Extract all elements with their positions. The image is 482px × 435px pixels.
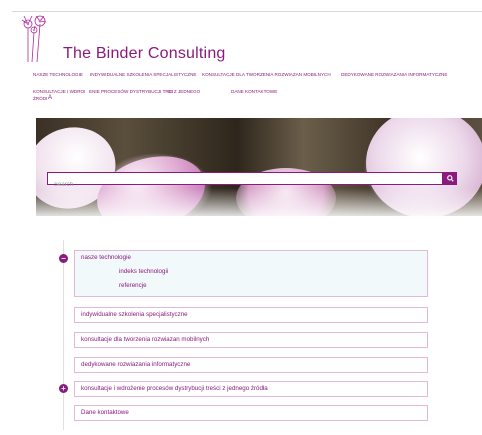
tree-child-referencje[interactable]: referencje (81, 279, 421, 293)
tree-node-label[interactable]: nasze technologie (81, 251, 421, 265)
tree-node-label[interactable]: konsultacje i wdrożenie procesów dystryb… (81, 382, 421, 396)
tree-node-dane-kontaktowe[interactable]: Dane kontaktowe (74, 405, 428, 421)
tree-child-indeks-technologii[interactable]: indeks technologii (81, 265, 421, 279)
tree-node-szkolenia[interactable]: indywidualne szkolenia specjalistyczne (74, 307, 428, 323)
nav-item-nasze-technologie[interactable]: NASZE TECHNOLOGIE (33, 72, 83, 77)
tree-node-konsultacje-wdrozenie[interactable]: konsultacje i wdrożenie procesów dystryb… (74, 381, 428, 397)
tree-node-label[interactable]: Dane kontaktowe (81, 406, 421, 420)
nav-item-konsultacje-mobilne[interactable]: KONSULTACJE DLA TWORZENIA ROZWIAZAN MOBI… (202, 72, 331, 77)
search-button[interactable] (443, 172, 457, 185)
nav-item-konsultacje-wdrozenie-part3[interactable]: CI Z JEDNEGO (168, 89, 200, 94)
tree-node-konsultacje-mobilne[interactable]: konsultacje dla tworzenia rozwiazan mobi… (74, 332, 428, 348)
nav-item-konsultacje-wdrozenie[interactable]: KONSULTACJE I WDROI (33, 89, 85, 94)
tree-node-label[interactable]: indywidualne szkolenia specjalistyczne (81, 308, 421, 322)
search-input[interactable] (48, 179, 434, 191)
nav-item-a[interactable]: A (48, 95, 52, 101)
tree-node-label[interactable]: konsultacje dla tworzenia rozwiazan mobi… (81, 333, 421, 347)
nav-item-dane-kontaktowe[interactable]: DANE KONTAKTOWE (231, 89, 277, 94)
search-box (47, 172, 443, 191)
hero-banner (36, 118, 482, 216)
hero-fade (36, 188, 482, 216)
top-divider (12, 11, 482, 12)
tree-node-nasze-technologie: nasze technologie indeks technologii ref… (74, 250, 428, 297)
nav-item-zrodla[interactable]: ŹRÓDI (33, 96, 47, 101)
tree-node-label[interactable]: dedykowane rozwiazania informatyczne (81, 358, 421, 372)
nav-item-dedykowane[interactable]: DEDYKOWANE ROZWIAZANIA INFORMATYCZNE (341, 72, 447, 77)
search-icon (446, 175, 454, 183)
nav-item-konsultacje-wdrozenie-part2[interactable]: ENIE PROCESÓW DYSTRYBUCJI TREI (89, 89, 173, 94)
tree-line (63, 240, 64, 430)
nav-item-szkolenia[interactable]: INDYWIDUALNE SZKOLENIA SPECJALISTYCZNE (90, 72, 196, 77)
logo (21, 15, 47, 62)
tree-node-dedykowane[interactable]: dedykowane rozwiazania informatyczne (74, 357, 428, 373)
collapse-icon[interactable]: − (59, 254, 68, 263)
site-title[interactable]: The Binder Consulting (63, 45, 226, 63)
expand-icon[interactable]: + (59, 384, 68, 393)
